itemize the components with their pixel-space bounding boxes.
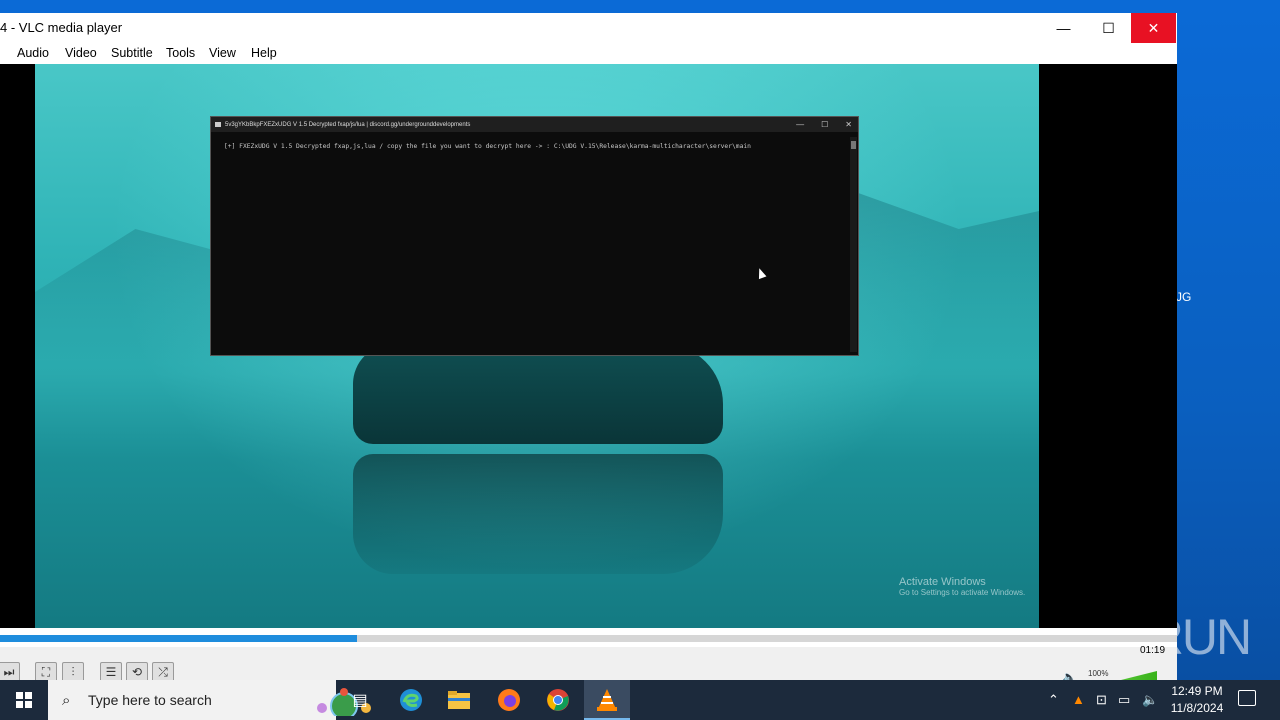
clock-time: 12:49 PM — [1171, 684, 1223, 698]
fullscreen-icon[interactable]: ⛶ — [35, 662, 57, 682]
console-title: 5v3gYKbBkpFXEZxUDG V 1.5 Decrypted fxap/… — [225, 121, 471, 128]
console-scroll-thumb[interactable] — [851, 141, 856, 149]
playlist-icon[interactable]: ☰ — [100, 662, 122, 682]
console-scrollbar[interactable] — [850, 137, 857, 352]
video-car-reflection — [353, 454, 723, 574]
firefox-icon[interactable] — [495, 686, 523, 714]
watermark-line1: Activate Windows — [899, 576, 986, 588]
menu-video[interactable]: Video — [65, 46, 97, 60]
seek-bar-progress — [0, 635, 357, 642]
loop-icon[interactable]: ⟲ — [126, 662, 148, 682]
search-icon: ⌕ — [62, 692, 71, 709]
video-car — [353, 344, 723, 444]
minimize-button[interactable]: — — [1041, 13, 1086, 43]
tray-chevron-up-icon[interactable]: ⌃ — [1048, 692, 1059, 708]
menu-help[interactable]: Help — [251, 46, 277, 60]
watermark-line2: Go to Settings to activate Windows. — [899, 588, 1026, 597]
chrome-icon[interactable] — [544, 686, 572, 714]
task-view-icon[interactable]: ▤ — [346, 686, 374, 714]
window-title: 4 - VLC media player — [0, 20, 123, 35]
console-output-line: [+] FXEZxUDG V 1.5 Decrypted fxap,js,lua… — [224, 143, 751, 150]
seek-bar[interactable] — [0, 635, 1177, 642]
control-bar: ⏭ ⛶ ⫶ ☰ ⟲ ⤮ — [0, 647, 1177, 682]
notification-center-icon[interactable] — [1238, 690, 1256, 706]
menu-tools[interactable]: Tools — [166, 46, 195, 60]
close-button[interactable]: ✕ — [1131, 13, 1176, 43]
edge-icon[interactable] — [397, 686, 425, 714]
extended-settings-icon[interactable]: ⫶ — [62, 662, 84, 682]
menu-subtitle[interactable]: Subtitle — [111, 46, 153, 60]
clock-date: 11/8/2024 — [1170, 701, 1224, 715]
console-title-bar: 5v3gYKbBkpFXEZxUDG V 1.5 Decrypted fxap/… — [211, 117, 858, 132]
time-display[interactable]: 01:19 — [1140, 645, 1165, 656]
start-button[interactable] — [0, 680, 48, 720]
console-minimize-button[interactable]: — — [796, 120, 804, 129]
taskbar: ⌕ Type here to search ▤ ⌃ ▲ ⊡ ▭ 🔈 12:49 … — [0, 680, 1280, 720]
file-explorer-icon[interactable] — [445, 686, 473, 714]
maximize-button[interactable]: ☐ — [1086, 13, 1131, 43]
next-icon[interactable]: ⏭ — [0, 662, 20, 682]
menu-audio[interactable]: Audio — [17, 46, 49, 60]
taskbar-search-box[interactable]: ⌕ Type here to search — [48, 680, 371, 720]
console-icon — [215, 122, 221, 127]
search-placeholder: Type here to search — [88, 692, 212, 708]
menu-view[interactable]: View — [209, 46, 236, 60]
console-window[interactable]: 5v3gYKbBkpFXEZxUDG V 1.5 Decrypted fxap/… — [210, 116, 859, 356]
tray-network-icon[interactable]: ▭ — [1118, 692, 1130, 708]
title-bar: 4 - VLC media player — ☐ ✕ — [0, 13, 1177, 43]
console-maximize-button[interactable]: ☐ — [821, 120, 828, 129]
console-close-button[interactable]: ✕ — [845, 120, 852, 129]
desktop-icon-label[interactable]: JG — [1176, 290, 1191, 304]
activate-windows-watermark: Activate Windows Go to Settings to activ… — [899, 576, 1025, 597]
taskbar-clock[interactable]: 12:49 PM 11/8/2024 — [1162, 683, 1232, 717]
tray-volume-icon[interactable]: 🔈 — [1142, 692, 1158, 708]
shuffle-icon[interactable]: ⤮ — [152, 662, 174, 682]
vlc-icon[interactable] — [593, 686, 621, 714]
menu-bar: Audio Video Subtitle Tools View Help — [0, 43, 1177, 64]
tray-device-icon[interactable]: ⊡ — [1096, 692, 1107, 708]
tray-vlc-icon[interactable]: ▲ — [1072, 692, 1085, 707]
volume-percent: 100% — [1088, 669, 1109, 678]
windows-logo-icon — [16, 692, 32, 708]
